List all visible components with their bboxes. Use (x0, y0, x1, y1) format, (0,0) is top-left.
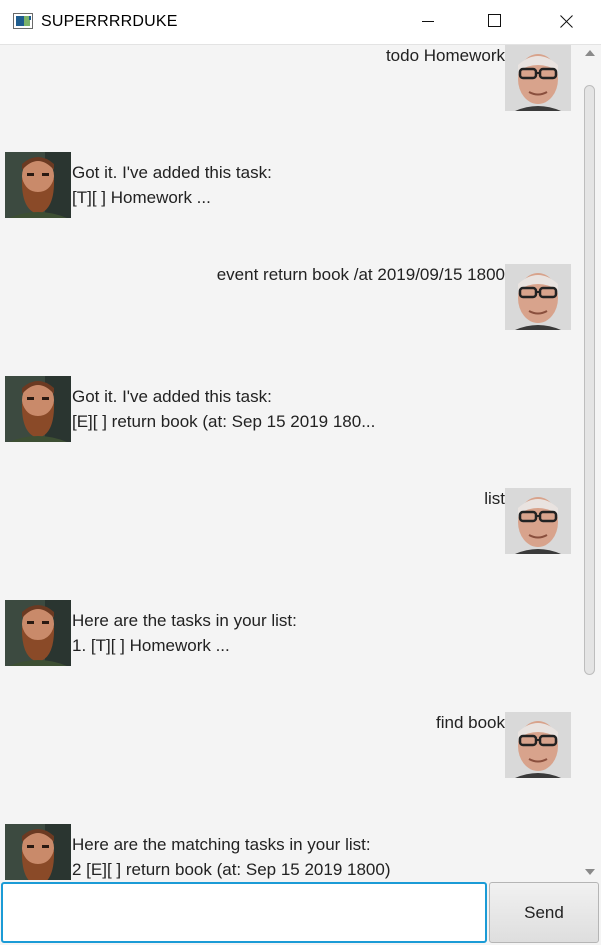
scroll-down-icon[interactable] (585, 869, 595, 875)
user-avatar (505, 488, 571, 554)
duke-message-line: Here are the matching tasks in your list… (72, 835, 371, 854)
user-dialog-box: todo Homework (51, 45, 571, 111)
duke-message-line: Got it. I've added this task: (72, 163, 272, 182)
user-dialog-box: list (51, 488, 571, 554)
duke-message-line: Here are the tasks in your list: (72, 611, 297, 630)
title-bar: SUPERRRRDUKE (0, 0, 601, 45)
duke-dialog-box: Here are the tasks in your list: 1. [T][… (5, 600, 405, 666)
user-avatar (505, 712, 571, 778)
duke-message-line: 1. [T][ ] Homework ... (72, 636, 230, 655)
duke-message-line: [E][ ] return book (at: Sep 15 2019 180.… (72, 412, 376, 431)
user-message: list (484, 489, 505, 508)
send-button[interactable]: Send (489, 882, 599, 943)
duke-message-line: 2 [E][ ] return book (at: Sep 15 2019 18… (72, 860, 391, 879)
input-bar: Send (0, 880, 601, 945)
user-dialog-box: event return book /at 2019/09/15 1800 (51, 264, 571, 330)
user-avatar (505, 45, 571, 111)
duke-message: Here are the tasks in your list: 1. [T][… (72, 608, 297, 658)
window-title: SUPERRRRDUKE (41, 13, 178, 30)
user-message: find book (436, 713, 505, 732)
duke-dialog-box: Got it. I've added this task: [T][ ] Hom… (5, 152, 405, 218)
scrollbar-thumb[interactable] (584, 85, 595, 675)
user-input-field[interactable] (1, 882, 487, 943)
duke-avatar (5, 824, 71, 880)
duke-message-line: Got it. I've added this task: (72, 387, 272, 406)
duke-avatar (5, 376, 71, 442)
dialog-container[interactable]: todo Homework Got it. I've added this ta… (0, 45, 601, 880)
duke-message: Got it. I've added this task: [E][ ] ret… (72, 384, 375, 434)
duke-message-line: [T][ ] Homework ... (72, 188, 211, 207)
duke-avatar (5, 152, 71, 218)
duke-avatar (5, 600, 71, 666)
duke-dialog-box: Got it. I've added this task: [E][ ] ret… (5, 376, 425, 442)
user-dialog-box: find book (51, 712, 571, 778)
duke-message: Got it. I've added this task: [T][ ] Hom… (72, 160, 272, 210)
duke-dialog-box: Here are the matching tasks in your list… (5, 824, 455, 880)
app-window-icon (13, 13, 33, 29)
duke-message: Here are the matching tasks in your list… (72, 832, 390, 880)
scroll-up-icon[interactable] (585, 50, 595, 56)
user-message: todo Homework (385, 46, 505, 65)
vertical-scrollbar[interactable] (580, 45, 601, 880)
user-message: event return book /at 2019/09/15 1800 (216, 265, 505, 284)
maximize-icon[interactable] (472, 0, 518, 44)
minimize-icon[interactable] (405, 0, 451, 44)
user-avatar (505, 264, 571, 330)
close-icon[interactable] (543, 0, 589, 44)
